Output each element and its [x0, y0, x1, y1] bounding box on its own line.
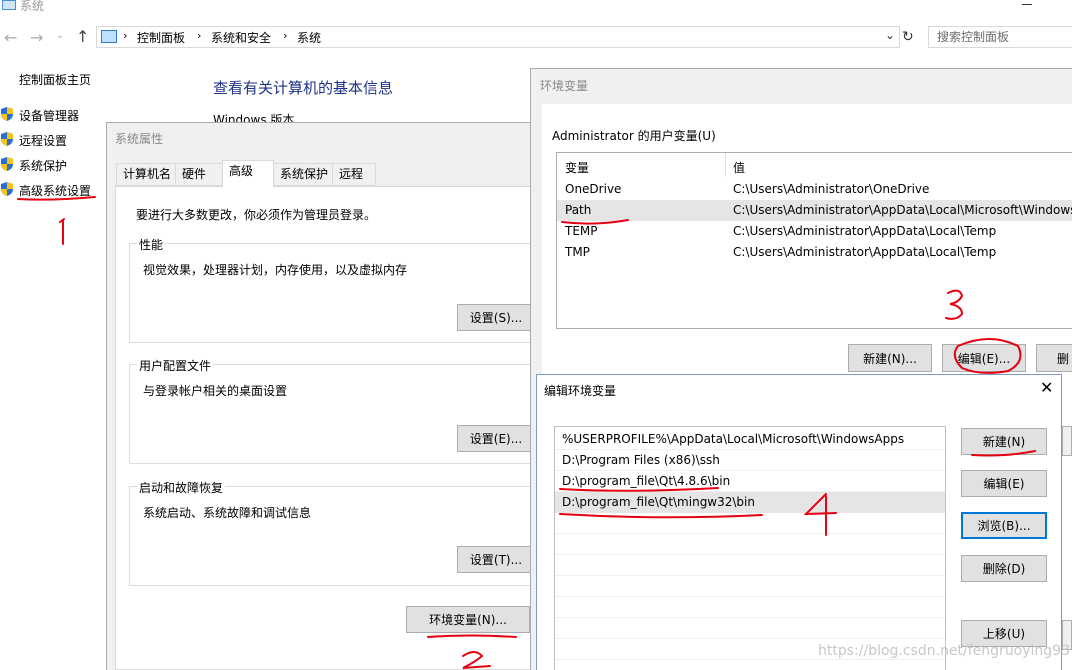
underline-path	[561, 219, 629, 225]
underline-mingw	[559, 513, 763, 519]
underline-new-button	[971, 450, 1036, 457]
circle-edit-button	[953, 338, 1022, 374]
underline-advanced-settings	[17, 196, 96, 201]
annotation-3	[945, 289, 964, 320]
watermark-text: https://blog.csdn.net/fengruoying93	[818, 643, 1070, 659]
annotation-4	[803, 493, 837, 536]
annotation-marks	[17, 196, 1036, 669]
underline-qt486	[559, 487, 719, 492]
annotation-2	[462, 651, 491, 669]
annotation-1	[59, 218, 65, 245]
underline-env-button	[427, 634, 517, 638]
